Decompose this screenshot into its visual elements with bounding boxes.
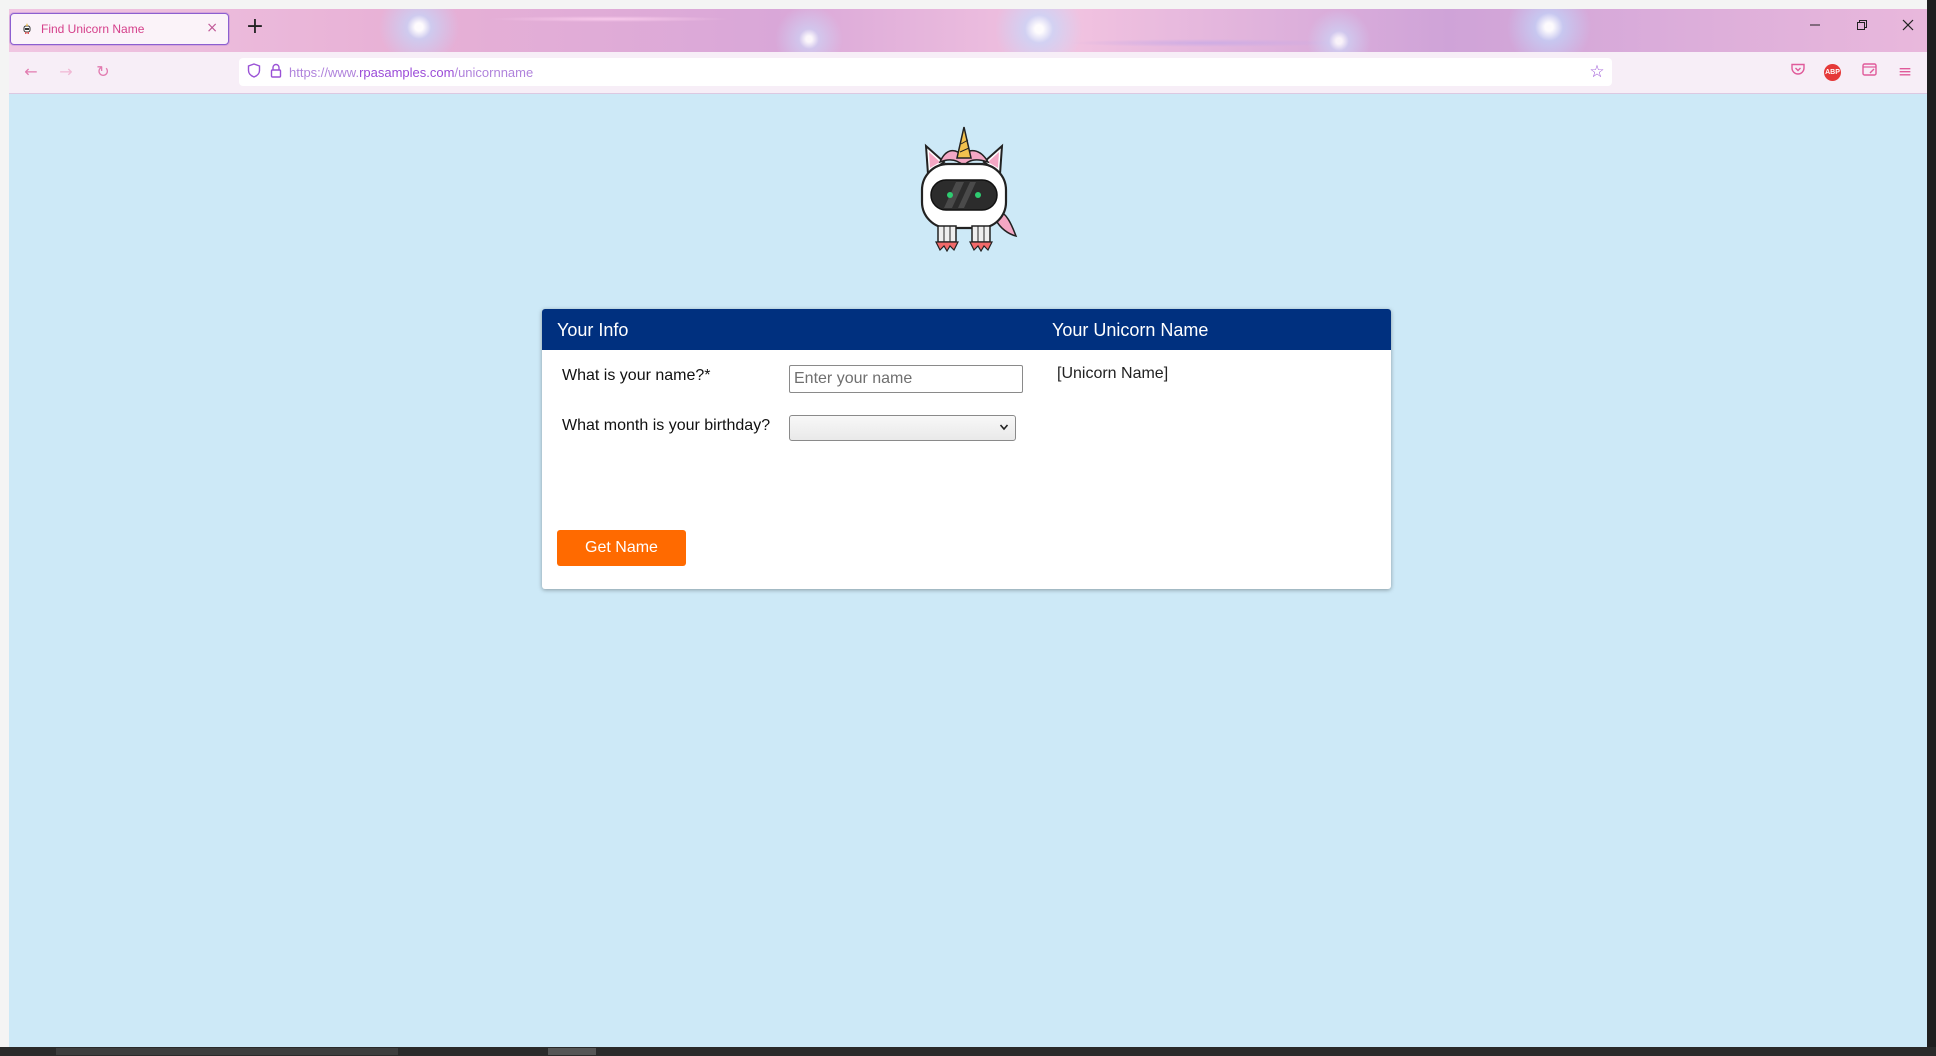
unicorn-form-card: Your Info Your Unicorn Name What is your…: [542, 309, 1391, 589]
close-icon: [1902, 19, 1914, 31]
url-path: /unicornname: [454, 65, 534, 80]
reload-button[interactable]: ↻: [91, 60, 115, 84]
bookmark-star-icon[interactable]: ☆: [1588, 63, 1606, 81]
new-tab-button[interactable]: +: [242, 14, 268, 40]
pocket-icon[interactable]: [1788, 62, 1808, 82]
screen-right-edge: [1927, 0, 1936, 1056]
unicorn-robot-logo: [920, 126, 1018, 252]
adblock-icon[interactable]: ABP: [1824, 64, 1841, 81]
tab-close-icon[interactable]: ×: [206, 20, 218, 36]
minimize-button[interactable]: [1800, 17, 1830, 37]
your-unicorn-name-heading: Your Unicorn Name: [1052, 320, 1209, 340]
get-name-button[interactable]: Get Name: [557, 530, 686, 566]
unicorn-name-result: [Unicorn Name]: [1057, 365, 1169, 382]
back-arrow-icon: ←: [24, 62, 38, 81]
name-input[interactable]: [789, 365, 1023, 393]
taskbar-segment: [548, 1048, 596, 1055]
reload-icon: ↻: [96, 62, 110, 81]
screen: Find Unicorn Name × + ← → ↻ https://www.…: [0, 0, 1936, 1056]
window-frame-left: [0, 0, 9, 1056]
reader-icon[interactable]: [1859, 62, 1879, 82]
url-text[interactable]: https://www.rpasamples.com/unicornname: [289, 65, 533, 80]
url-domain: rpasamples.com: [359, 65, 455, 80]
forward-button[interactable]: →: [54, 60, 78, 84]
birthday-month-select[interactable]: [789, 415, 1016, 441]
name-label: What is your name?*: [562, 367, 711, 384]
window-frame-top: [0, 0, 1936, 9]
birthday-month-label: What month is your birthday?: [562, 417, 771, 434]
lock-icon[interactable]: [267, 63, 285, 81]
close-window-button[interactable]: [1893, 17, 1923, 37]
tab-find-unicorn-name[interactable]: Find Unicorn Name ×: [10, 13, 229, 45]
restore-button[interactable]: [1847, 17, 1877, 37]
url-prefix: https://www.: [289, 65, 360, 80]
taskbar-strip: [0, 1047, 1936, 1056]
tracking-shield-icon[interactable]: [245, 63, 263, 81]
chevron-down-icon: [999, 424, 1009, 431]
back-button[interactable]: ←: [19, 60, 43, 84]
navigation-bar: ← → ↻ https://www.rpasamples.com/unicorn…: [9, 52, 1927, 94]
tab-title: Find Unicorn Name: [41, 22, 145, 36]
minimize-icon: [1810, 24, 1820, 26]
forward-arrow-icon: →: [59, 62, 73, 81]
your-info-heading: Your Info: [557, 320, 629, 340]
tab-bar: Find Unicorn Name × +: [9, 9, 1927, 52]
url-bar[interactable]: https://www.rpasamples.com/unicornname ☆: [239, 58, 1612, 86]
page-content: Your Info Your Unicorn Name What is your…: [9, 94, 1927, 1049]
browser-window: Find Unicorn Name × + ← → ↻ https://www.…: [9, 9, 1927, 1049]
taskbar-segment: [56, 1048, 398, 1055]
menu-icon[interactable]: ≡: [1895, 62, 1915, 82]
card-header: Your Info Your Unicorn Name: [542, 309, 1391, 350]
unicorn-favicon-icon: [21, 23, 33, 35]
restore-icon: [1857, 20, 1867, 30]
